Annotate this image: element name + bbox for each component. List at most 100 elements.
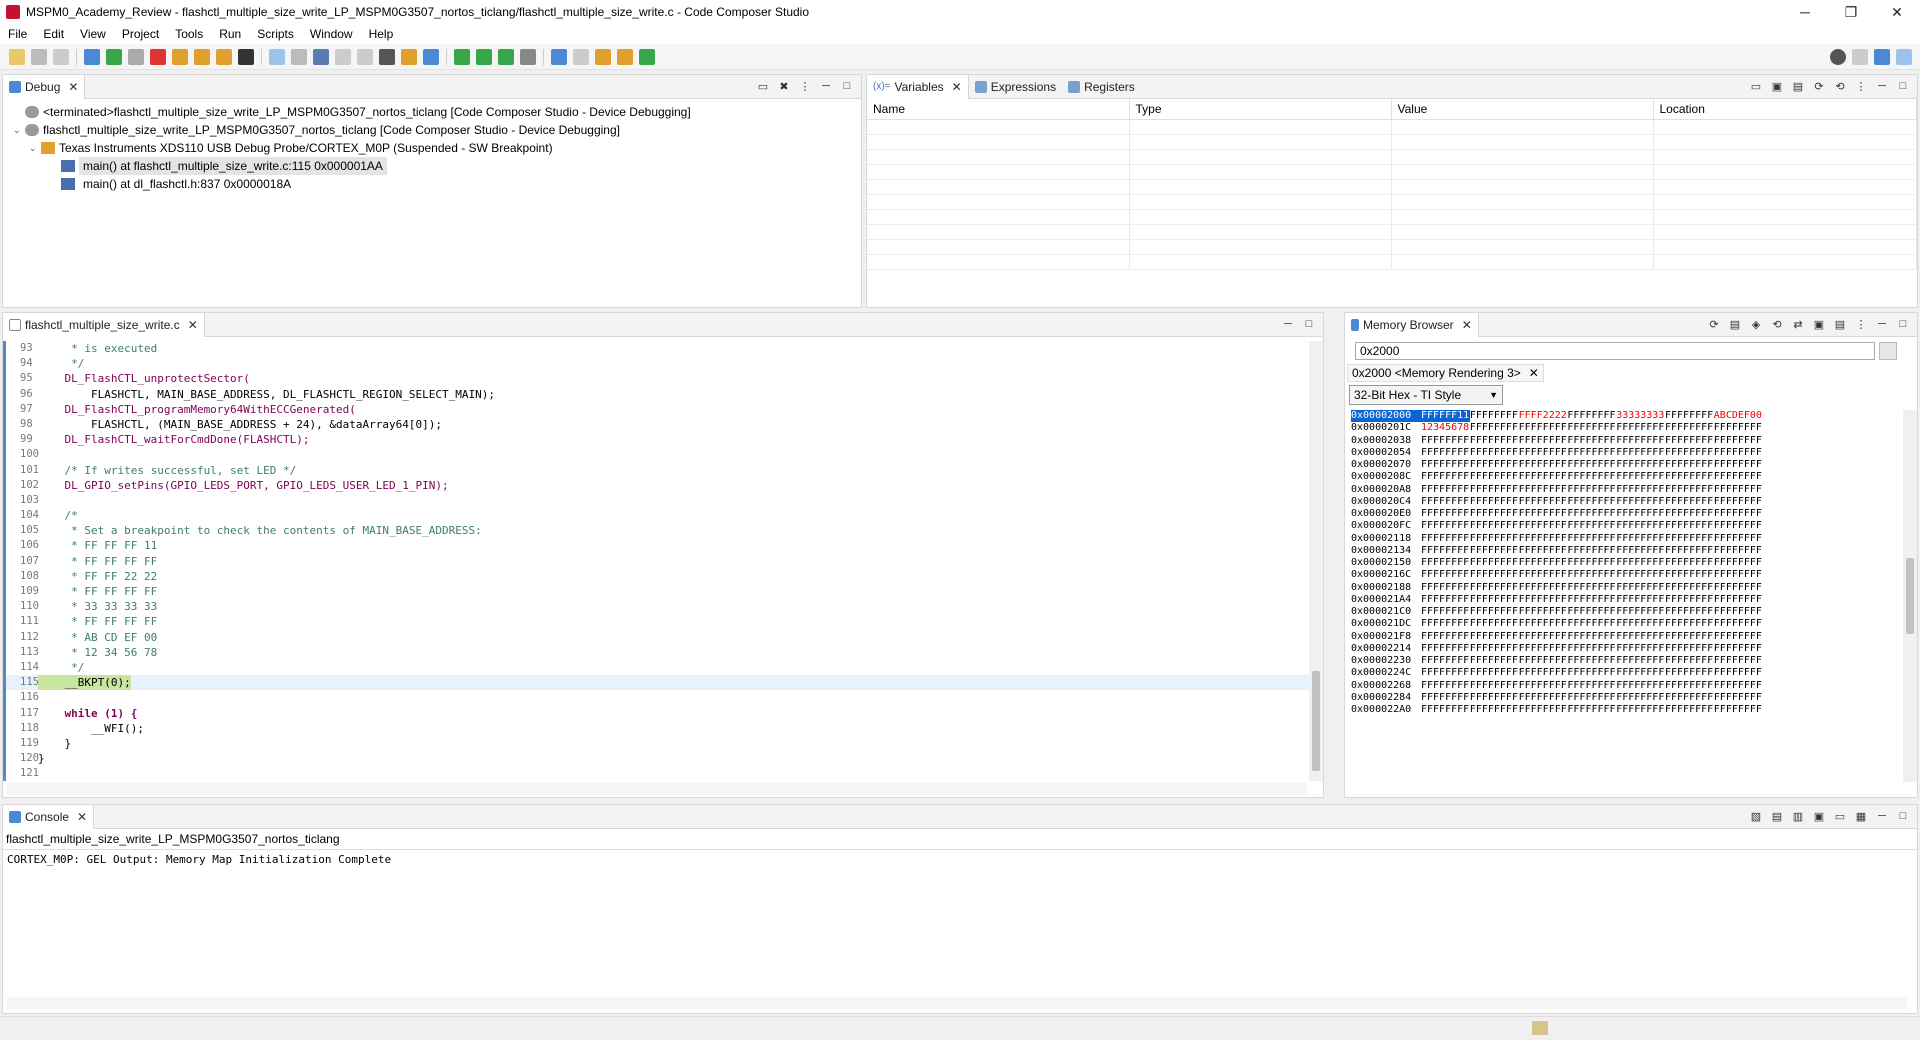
go-icon[interactable]: ⟳ [1706,318,1722,332]
memory-cell[interactable]: FFFFFFFF [1519,533,1568,545]
column-type[interactable]: Type [1129,99,1392,120]
format-select[interactable]: 32-Bit Hex - TI Style ▼ [1349,385,1503,405]
memory-cell[interactable]: FFFF2222 [1519,410,1568,422]
memory-cell[interactable]: FFFFFFFF [1519,618,1568,630]
menu-tools[interactable]: Tools [167,27,211,41]
export-icon[interactable]: ▤ [1832,318,1848,332]
memory-cell[interactable]: FFFFFFFF [1616,594,1665,606]
memory-cell[interactable]: FFFFFFFF [1567,471,1616,483]
memory-cell[interactable]: FFFFFF11 [1421,410,1470,423]
memory-row[interactable]: 0x000021F8 FFFFFFFF FFFFFFFF FFFFFFFF FFFFFF… [1351,631,1901,643]
memory-cell[interactable]: FFFFFFFF [1616,459,1665,471]
run-last-icon[interactable] [498,48,514,65]
memory-cell[interactable]: FFFFFFFF [1567,484,1616,496]
code-line[interactable]: 112 * AB CD EF 00 [6,630,1309,645]
memory-cell[interactable]: FFFFFFFF [1616,618,1665,630]
memory-cell[interactable]: FFFFFFFF [1421,533,1470,545]
memory-cell[interactable]: FFFFFFFF [1714,631,1763,643]
memory-cell[interactable]: FFFFFFFF [1567,557,1616,569]
memory-cell[interactable]: FFFFFFFF [1567,496,1616,508]
memory-cell[interactable]: FFFFFFFF [1470,410,1519,422]
memory-cell[interactable]: FFFFFFFF [1665,520,1714,532]
memory-cell[interactable]: FFFFFFFF [1714,594,1763,606]
tab-console[interactable]: Console ✕ [3,804,95,829]
close-tab-icon[interactable]: ✕ [77,810,87,824]
scroll-thumb[interactable] [1312,671,1320,771]
memory-cell[interactable]: FFFFFFFF [1470,606,1519,618]
memory-cell[interactable]: FFFFFFFF [1519,680,1568,692]
memory-cell[interactable]: FFFFFFFF [1421,569,1470,581]
memory-cell[interactable]: FFFFFFFF [1567,508,1616,520]
memory-row[interactable]: 0x000020A8 FFFFFFFF FFFFFFFF FFFFFFFF FFFFFF… [1351,484,1901,496]
memory-cell[interactable]: FFFFFFFF [1714,447,1763,459]
memory-cell[interactable]: FFFFFFFF [1616,667,1665,679]
memory-cell[interactable]: FFFFFFFF [1519,557,1568,569]
menu-edit[interactable]: Edit [35,27,72,41]
memory-cell[interactable]: FFFFFFFF [1616,435,1665,447]
memory-cell[interactable]: FFFFFFFF [1470,655,1519,667]
memory-cell[interactable]: FFFFFFFF [1665,422,1714,434]
memory-cell[interactable]: FFFFFFFF [1714,496,1763,508]
maximize-view-icon[interactable]: □ [1301,318,1317,332]
memory-cell[interactable]: FFFFFFFF [1665,557,1714,569]
memory-cell[interactable]: FFFFFFFF [1665,447,1714,459]
memory-cell[interactable]: FFFFFFFF [1714,422,1763,434]
flash-icon[interactable] [423,48,439,65]
memory-cell[interactable]: FFFFFFFF [1470,520,1519,532]
step-return-icon[interactable] [216,48,232,65]
memory-cell[interactable]: FFFFFFFF [1567,655,1616,667]
open-console-icon[interactable]: ▦ [1853,810,1869,824]
search-global-icon[interactable] [1830,48,1846,65]
memory-cell[interactable]: FFFFFFFF [1470,618,1519,630]
grid-icon[interactable] [238,48,254,65]
collapse-all-icon[interactable]: ▭ [755,80,771,94]
code-line[interactable]: 96 FLASHCTL, MAIN_BASE_ADDRESS, DL_FLASH… [6,387,1309,402]
memory-cell[interactable]: FFFFFFFF [1470,582,1519,594]
memory-row[interactable]: 0x00002284 FFFFFFFF FFFFFFFF FFFFFFFF FFFFFF… [1351,692,1901,704]
memory-cell[interactable]: FFFFFFFF [1665,569,1714,581]
memory-cell[interactable]: 12345678 [1421,422,1470,434]
memory-cell[interactable]: FFFFFFFF [1421,667,1470,679]
memory-cell[interactable]: FFFFFFFF [1470,459,1519,471]
new-tab-icon[interactable]: ▣ [1811,318,1827,332]
memory-cell[interactable]: FFFFFFFF [1714,545,1763,557]
memory-cell[interactable]: FFFFFFFF [1470,533,1519,545]
memory-cell[interactable]: FFFFFFFF [1616,569,1665,581]
word-wrap-icon[interactable]: ▥ [1790,810,1806,824]
memory-cell[interactable]: FFFFFFFF [1519,594,1568,606]
memory-row[interactable]: 0x000021C0 FFFFFFFF FFFFFFFF FFFFFFFF FFFFFF… [1351,606,1901,618]
tree-item-session[interactable]: ⌄ flashctl_multiple_size_write_LP_MSPM0G… [9,121,861,139]
tab-debug[interactable]: Debug ✕ [3,74,86,99]
step-over-icon[interactable] [194,48,210,65]
memory-cell[interactable]: FFFFFFFF [1421,459,1470,471]
memory-cell[interactable]: FFFFFFFF [1616,496,1665,508]
memory-row[interactable]: 0x00002188 FFFFFFFF FFFFFFFF FFFFFFFF FFFFFF… [1351,582,1901,594]
chevron-down-icon[interactable]: ⌄ [13,121,25,139]
suspend-icon[interactable] [128,48,144,65]
go-address-icon[interactable] [1879,342,1897,360]
code-line[interactable]: 100 [6,447,1309,462]
memory-cell[interactable]: FFFFFFFF [1519,484,1568,496]
memory-cell[interactable]: FFFFFFFF [1519,692,1568,704]
memory-cell[interactable]: FFFFFFFF [1421,435,1470,447]
menu-file[interactable]: File [0,27,35,41]
build-icon[interactable] [379,48,395,65]
memory-cell[interactable]: FFFFFFFF [1714,569,1763,581]
memory-cell[interactable]: FFFFFFFF [1616,692,1665,704]
display-console-icon[interactable]: ▭ [1832,810,1848,824]
code-editor[interactable]: 93 * is executed 94 */95 DL_FlashCTL_unpr… [3,341,1309,781]
scroll-lock-icon[interactable]: ▤ [1769,810,1785,824]
memory-cell[interactable]: FFFFFFFF [1470,508,1519,520]
restart-icon[interactable] [357,48,373,65]
code-line[interactable]: 118 __WFI(); [6,721,1309,736]
memory-cell[interactable]: FFFFFFFF [1421,520,1470,532]
memory-cell[interactable]: FFFFFFFF [1567,459,1616,471]
memory-cell[interactable]: FFFFFFFF [1567,422,1616,434]
memory-cell[interactable]: FFFFFFFF [1665,484,1714,496]
memory-row[interactable]: 0x000020C4 FFFFFFFF FFFFFFFF FFFFFFFF FFFFFF… [1351,496,1901,508]
memory-row[interactable]: 0x00002038 FFFFFFFF FFFFFFFF FFFFFFFF FFFFFF… [1351,435,1901,447]
open-perspective-icon[interactable] [1852,48,1868,65]
load-memory-icon[interactable]: ◈ [1748,318,1764,332]
reset-icon[interactable] [335,48,351,65]
code-line[interactable]: 114 */ [6,660,1309,675]
